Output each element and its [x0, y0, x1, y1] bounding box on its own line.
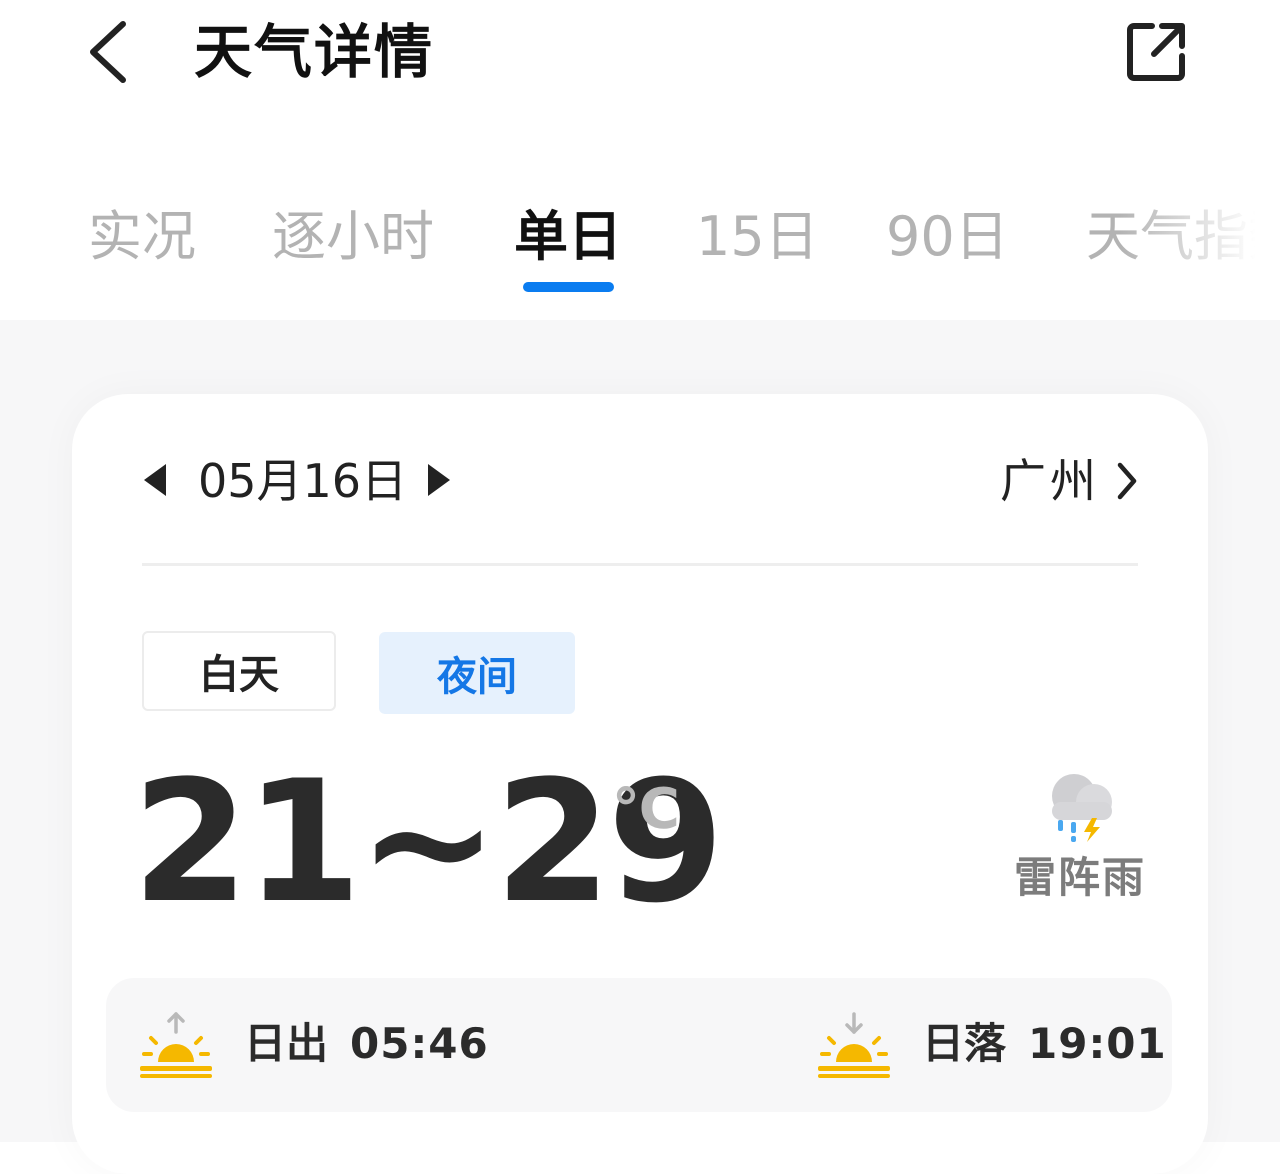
- tab-15-day[interactable]: 15日: [696, 200, 819, 274]
- tab-90-day[interactable]: 90日: [886, 200, 1009, 274]
- city-selector[interactable]: 广州: [1000, 446, 1138, 516]
- chevron-left-icon: [90, 21, 126, 83]
- tab-weather-index[interactable]: 天气指数: [1086, 200, 1280, 274]
- temperature-unit: ℃: [612, 777, 680, 842]
- previous-day-icon[interactable]: [142, 462, 168, 498]
- weather-condition: 雷阵雨: [1013, 853, 1146, 902]
- sunrise-label: 日出: [244, 1019, 329, 1068]
- next-day-icon[interactable]: [426, 462, 452, 498]
- sunset-label: 日落: [922, 1019, 1007, 1068]
- back-button[interactable]: [72, 14, 142, 90]
- thunder-shower-icon: [1052, 774, 1112, 842]
- page-title: 天气详情: [194, 18, 435, 86]
- chevron-right-icon: [1117, 462, 1137, 500]
- date-row: 05月16日 广州: [142, 446, 1138, 516]
- sunrise-icon: [140, 1012, 212, 1078]
- daytime-toggle[interactable]: 白天: [142, 631, 336, 711]
- nighttime-toggle[interactable]: 夜间: [379, 632, 575, 714]
- tab-live[interactable]: 实况: [88, 200, 196, 274]
- external-link-icon: [1127, 23, 1185, 81]
- city-label: 广州: [1000, 454, 1100, 508]
- tab-hourly[interactable]: 逐小时: [272, 200, 434, 274]
- tab-single-day[interactable]: 单日: [514, 200, 622, 274]
- active-tab-indicator: [523, 282, 614, 292]
- sunset-time: 19:01: [1028, 1019, 1167, 1068]
- date-label: 05月16日: [198, 454, 408, 508]
- sunset-icon: [818, 1012, 890, 1078]
- divider: [142, 563, 1138, 566]
- tab-bar: 实况 逐小时 单日 15日 90日 天气指数: [0, 190, 1280, 300]
- sun-times-row: 日出 05:46 日落 19:01: [106, 978, 1172, 1112]
- share-button[interactable]: [1118, 14, 1194, 90]
- app-header: 天气详情: [0, 0, 1280, 110]
- sunrise-time: 05:46: [350, 1019, 489, 1068]
